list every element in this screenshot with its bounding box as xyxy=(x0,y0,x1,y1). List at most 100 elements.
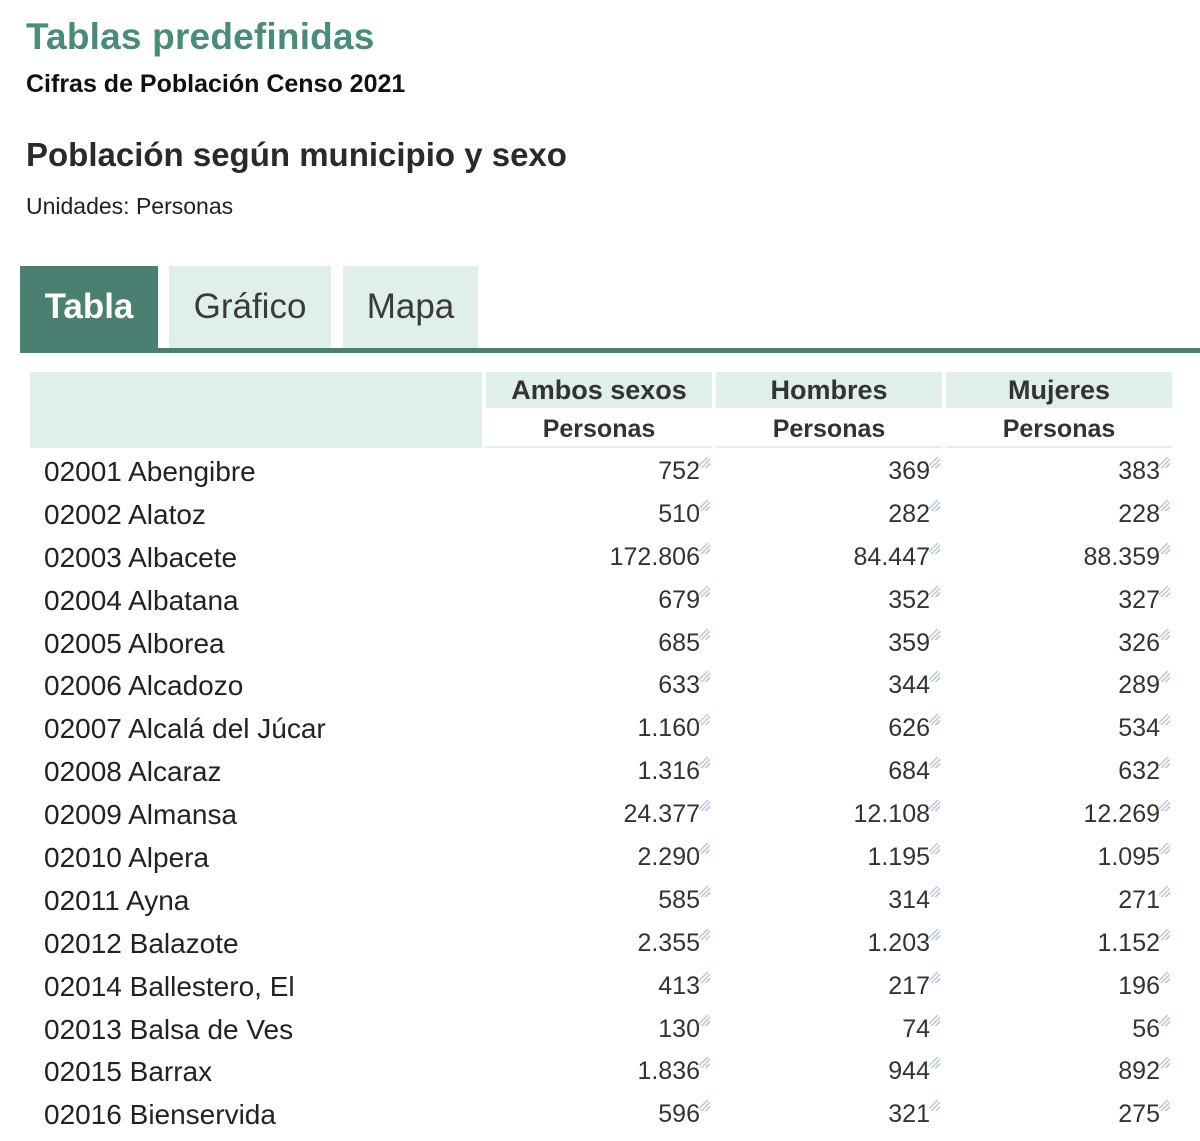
cell-note-icon[interactable] xyxy=(699,928,710,940)
cell-note-icon[interactable] xyxy=(929,542,940,554)
cell-note-icon[interactable] xyxy=(1159,1100,1170,1112)
cell-note-icon[interactable] xyxy=(699,1057,710,1069)
cell-value: 352 xyxy=(888,585,930,614)
municipio-name: 02007 Alcalá del Júcar xyxy=(44,713,326,745)
cell-note-icon[interactable] xyxy=(929,800,940,812)
cell-note-icon[interactable] xyxy=(1159,671,1170,683)
cell-note-icon[interactable] xyxy=(699,671,710,683)
cell-note-icon[interactable] xyxy=(929,671,940,683)
municipio-name: 02009 Almansa xyxy=(44,799,238,831)
cell-value: 56 xyxy=(1132,1014,1160,1043)
cell-note-icon[interactable] xyxy=(1159,628,1170,640)
cell-note-icon[interactable] xyxy=(1159,843,1170,855)
table-row: 02014 Ballestero, El 413 217 196 xyxy=(0,965,1200,1008)
municipio-name: 02013 Balsa de Ves xyxy=(44,1013,294,1045)
municipio-name: 02005 Alborea xyxy=(44,627,225,659)
table-row: 02008 Alcaraz 1.316 684 632 xyxy=(0,750,1200,793)
cell-value: 196 xyxy=(1118,971,1160,1000)
cell-note-icon[interactable] xyxy=(1159,1014,1170,1026)
tab-divider xyxy=(20,348,1200,353)
municipio-name: 02011 Ayna xyxy=(44,884,190,916)
municipio-name: 02010 Alpera xyxy=(44,842,210,874)
cell-note-icon[interactable] xyxy=(699,843,710,855)
cell-value: 1.836 xyxy=(637,1057,700,1086)
cell-value: 326 xyxy=(1118,628,1160,657)
cell-note-icon[interactable] xyxy=(929,499,940,511)
cell-value: 24.377 xyxy=(623,800,700,829)
cell-value: 12.269 xyxy=(1083,800,1160,829)
cell-note-icon[interactable] xyxy=(929,585,940,597)
table-title: Población según municipio y sexo xyxy=(26,136,567,173)
cell-note-icon[interactable] xyxy=(1159,757,1170,769)
table-row: 02010 Alpera 2.290 1.195 1.095 xyxy=(0,836,1200,879)
table-row: 02005 Alborea 685 359 326 xyxy=(0,622,1200,665)
cell-note-icon[interactable] xyxy=(1159,585,1170,597)
cell-note-icon[interactable] xyxy=(699,1100,710,1112)
tab-grafico[interactable]: Gráfico xyxy=(169,266,331,348)
cell-note-icon[interactable] xyxy=(699,585,710,597)
cell-note-icon[interactable] xyxy=(699,714,710,726)
cell-note-icon[interactable] xyxy=(1159,800,1170,812)
cell-note-icon[interactable] xyxy=(1159,714,1170,726)
cell-note-icon[interactable] xyxy=(1159,971,1170,983)
table-row: 02001 Abengibre 752 369 383 xyxy=(0,450,1200,493)
cell-value: 271 xyxy=(1118,885,1160,914)
cell-note-icon[interactable] xyxy=(929,457,940,468)
cell-value: 633 xyxy=(658,671,700,700)
cell-value: 1.152 xyxy=(1097,928,1160,957)
municipio-name: 02012 Balazote xyxy=(44,927,239,959)
cell-note-icon[interactable] xyxy=(1159,1057,1170,1069)
cell-value: 1.195 xyxy=(867,843,930,872)
table-row: 02013 Balsa de Ves 130 74 56 xyxy=(0,1008,1200,1051)
cell-note-icon[interactable] xyxy=(699,757,710,769)
page-title: Tablas predefinidas xyxy=(26,16,375,57)
column-header-hombres: Hombres xyxy=(716,372,942,408)
cell-note-icon[interactable] xyxy=(699,971,710,983)
cell-note-icon[interactable] xyxy=(929,971,940,983)
municipio-name: 02006 Alcadozo xyxy=(44,670,244,702)
cell-value: 84.447 xyxy=(853,542,930,571)
cell-note-icon[interactable] xyxy=(699,457,710,468)
cell-note-icon[interactable] xyxy=(929,843,940,855)
cell-note-icon[interactable] xyxy=(929,928,940,940)
municipio-name: 02016 Bienservida xyxy=(44,1099,276,1131)
units-label: Unidades: Personas xyxy=(26,193,234,219)
cell-note-icon[interactable] xyxy=(699,628,710,640)
cell-note-icon[interactable] xyxy=(1159,457,1170,468)
table-row: 02011 Ayna 585 314 271 xyxy=(0,879,1200,922)
cell-value: 369 xyxy=(888,457,930,485)
cell-note-icon[interactable] xyxy=(699,1014,710,1026)
table-row: 02007 Alcalá del Júcar 1.160 626 534 xyxy=(0,707,1200,750)
cell-note-icon[interactable] xyxy=(1159,542,1170,554)
municipio-name: 02014 Ballestero, El xyxy=(44,970,295,1002)
cell-note-icon[interactable] xyxy=(929,885,940,897)
cell-note-icon[interactable] xyxy=(929,714,940,726)
cell-value: 1.316 xyxy=(637,757,700,786)
cell-note-icon[interactable] xyxy=(929,628,940,640)
cell-note-icon[interactable] xyxy=(699,885,710,897)
column-header-ambos-sexos: Ambos sexos xyxy=(486,372,712,408)
cell-value: 344 xyxy=(888,671,930,700)
cell-value: 1.095 xyxy=(1097,843,1160,872)
cell-value: 217 xyxy=(888,971,930,1000)
cell-note-icon[interactable] xyxy=(929,1057,940,1069)
cell-note-icon[interactable] xyxy=(1159,499,1170,511)
cell-note-icon[interactable] xyxy=(929,1014,940,1026)
cell-value: 321 xyxy=(888,1100,930,1129)
tab-mapa[interactable]: Mapa xyxy=(343,266,478,348)
cell-note-icon[interactable] xyxy=(1159,928,1170,940)
cell-note-icon[interactable] xyxy=(699,499,710,511)
column-unit-mujeres: Personas xyxy=(946,412,1172,448)
tab-tabla[interactable]: Tabla xyxy=(20,266,158,348)
cell-note-icon[interactable] xyxy=(1159,885,1170,897)
cell-value: 2.290 xyxy=(637,843,700,872)
table-corner-header xyxy=(30,372,482,448)
cell-note-icon[interactable] xyxy=(699,542,710,554)
cell-value: 585 xyxy=(658,885,700,914)
cell-note-icon[interactable] xyxy=(929,757,940,769)
cell-note-icon[interactable] xyxy=(699,800,710,812)
cell-note-icon[interactable] xyxy=(929,1100,940,1112)
cell-value: 228 xyxy=(1118,499,1160,528)
table-row: 02004 Albatana 679 352 327 xyxy=(0,579,1200,622)
table-row: 02015 Barrax 1.836 944 892 xyxy=(0,1050,1200,1093)
